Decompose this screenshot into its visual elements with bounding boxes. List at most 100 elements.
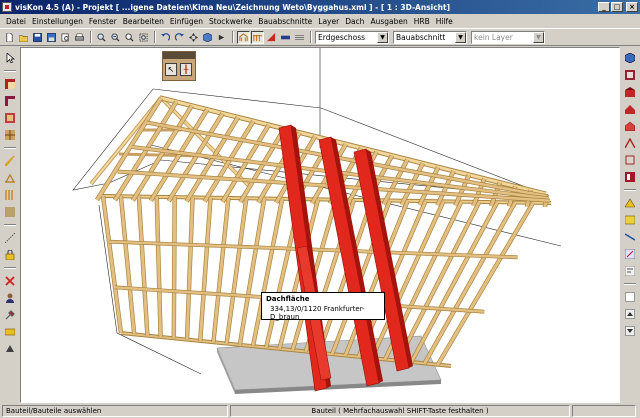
app-icon[interactable] <box>2 2 12 12</box>
close-button[interactable]: × <box>626 2 638 12</box>
grid-icon[interactable]: ╫ <box>180 63 192 76</box>
rotate-icon[interactable] <box>4 342 17 355</box>
new-file-icon[interactable] <box>3 31 16 44</box>
stud-icon[interactable] <box>4 188 17 201</box>
panel-icon[interactable] <box>4 205 17 218</box>
undo-icon[interactable] <box>159 31 172 44</box>
roof-icon[interactable] <box>624 102 637 115</box>
open-file-icon[interactable] <box>17 31 30 44</box>
line-icon[interactable] <box>624 230 637 243</box>
lock-icon[interactable] <box>4 248 17 261</box>
3d-cube-icon[interactable] <box>201 31 214 44</box>
floor-select[interactable]: Erdgeschoss ▼ <box>315 30 389 44</box>
cursor-icon[interactable]: ↖ <box>165 63 177 76</box>
solar-icon[interactable] <box>624 196 637 209</box>
menu-ausgaben[interactable]: Ausgaben <box>367 17 410 26</box>
save-as-icon[interactable] <box>45 31 58 44</box>
blank-icon[interactable] <box>624 290 637 303</box>
title-bar: visKon 4.5 (A) - Projekt [ ...igene Date… <box>0 0 640 14</box>
menu-hilfe[interactable]: Hilfe <box>433 17 456 26</box>
window-controls: _ □ × <box>598 2 638 12</box>
zoom-in-icon[interactable] <box>95 31 108 44</box>
beam-icon[interactable] <box>4 154 17 167</box>
user-icon[interactable] <box>4 291 17 304</box>
chevron-down-icon[interactable]: ▼ <box>533 31 544 43</box>
wall-layer-icon[interactable] <box>4 77 17 90</box>
tool-icon[interactable] <box>4 308 17 321</box>
toolbar-separator <box>624 189 636 191</box>
pan-icon[interactable] <box>215 31 228 44</box>
status-center: Bauteil ( Mehrfachauswahl SHIFT-Taste fe… <box>230 404 570 417</box>
sheet-icon[interactable] <box>4 325 17 338</box>
toolbar-separator <box>4 267 16 269</box>
3d-model-canvas[interactable] <box>21 48 620 403</box>
window-icon[interactable] <box>4 111 17 124</box>
wall-stud <box>119 196 136 335</box>
layer-select[interactable]: kein Layer ▼ <box>471 30 545 44</box>
right-toolbar <box>620 47 640 403</box>
menu-stockwerke[interactable]: Stockwerke <box>206 17 255 26</box>
chevron-down-icon[interactable]: ▼ <box>455 31 466 43</box>
door-icon[interactable] <box>4 128 17 141</box>
print-icon[interactable] <box>73 31 86 44</box>
wall-stud <box>137 196 149 336</box>
zoom-all-icon[interactable] <box>137 31 150 44</box>
wall-stud <box>251 198 284 347</box>
elevation-icon[interactable] <box>624 170 637 183</box>
print-preview-icon[interactable] <box>59 31 72 44</box>
menu-datei[interactable]: Datei <box>3 17 29 26</box>
house-icon[interactable] <box>624 119 637 132</box>
cut-icon[interactable] <box>624 136 637 149</box>
wall-stud <box>172 197 177 339</box>
main-toolbar: Erdgeschoss ▼ Bauabschnitt ▼ kein Layer … <box>0 28 640 46</box>
section-select[interactable]: Bauabschnitt ▼ <box>393 30 467 44</box>
toolbar-separator <box>4 224 16 226</box>
toolbar-separator <box>310 31 312 43</box>
snap-palette[interactable]: ↖ ╫ <box>162 51 196 81</box>
menu-einstellungen[interactable]: Einstellungen <box>29 17 86 26</box>
3d-viewport[interactable]: ↖ ╫ Dachfläche 334,13/0/1120 Frankfurter… <box>20 47 620 403</box>
status-left: Bauteil/Bauteile auswählen <box>2 404 228 417</box>
3d-view-icon[interactable] <box>624 51 637 64</box>
menu-hrb[interactable]: HRB <box>411 17 433 26</box>
delete-icon[interactable] <box>4 274 17 287</box>
menu-bearbeiten[interactable]: Bearbeiten <box>120 17 167 26</box>
menu-einfuegen[interactable]: Einfügen <box>167 17 206 26</box>
measure-icon[interactable] <box>624 247 637 260</box>
save-icon[interactable] <box>31 31 44 44</box>
chevron-down-icon[interactable]: ▼ <box>377 31 388 43</box>
snap-palette-titlebar[interactable] <box>163 52 195 59</box>
left-toolbar <box>0 47 20 403</box>
window-type-icon[interactable] <box>624 213 637 226</box>
menu-layer[interactable]: Layer <box>315 17 342 26</box>
menu-fenster[interactable]: Fenster <box>86 17 120 26</box>
maximize-button[interactable]: □ <box>611 2 623 12</box>
rotate-view-icon[interactable] <box>187 31 200 44</box>
toolbar-separator <box>624 283 636 285</box>
wall-icon[interactable] <box>279 31 292 44</box>
redo-icon[interactable] <box>173 31 186 44</box>
building-icon[interactable] <box>624 85 637 98</box>
scroll-up-icon[interactable] <box>624 307 637 320</box>
timber-frame-icon[interactable] <box>237 30 250 44</box>
section-select-value: Bauabschnitt <box>396 32 446 42</box>
layers-icon[interactable] <box>293 31 306 44</box>
floor-plan-icon[interactable] <box>624 68 637 81</box>
wall-section-icon[interactable] <box>624 153 637 166</box>
corner-icon[interactable] <box>4 94 17 107</box>
select-pointer-icon[interactable] <box>4 51 17 64</box>
zoom-window-icon[interactable] <box>123 31 136 44</box>
zoom-out-icon[interactable] <box>109 31 122 44</box>
toolbar-separator <box>4 147 16 149</box>
3dl-icon[interactable] <box>624 264 637 277</box>
minimize-button[interactable]: _ <box>598 2 610 12</box>
dimension-icon[interactable] <box>4 231 17 244</box>
toolbar-separator <box>154 31 156 43</box>
status-bar: Bauteil/Bauteile auswählen Bauteil ( Meh… <box>0 403 640 418</box>
scroll-down-icon[interactable] <box>624 324 637 337</box>
roof-beam-icon[interactable] <box>251 30 264 44</box>
roof-red-icon[interactable] <box>265 31 278 44</box>
menu-dach[interactable]: Dach <box>342 17 367 26</box>
rafter-icon[interactable] <box>4 171 17 184</box>
menu-bauabschnitte[interactable]: Bauabschnitte <box>255 17 315 26</box>
